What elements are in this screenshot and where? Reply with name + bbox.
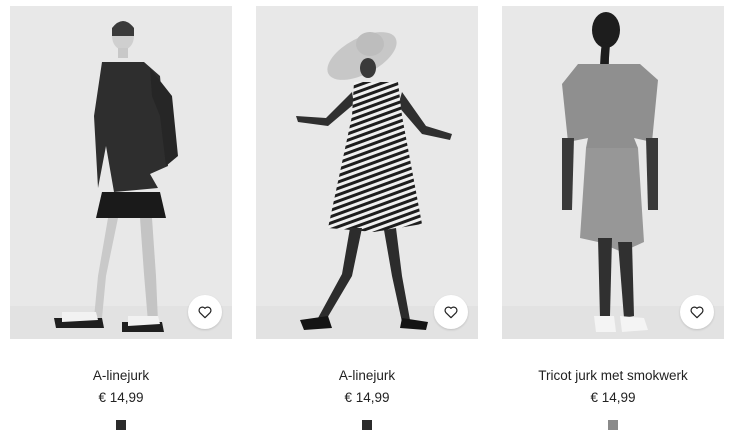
product-name[interactable]: Tricot jurk met smokwerk xyxy=(502,368,724,384)
product-card[interactable]: A-linejurk € 14,99 xyxy=(10,6,232,447)
product-price: € 14,99 xyxy=(590,390,636,405)
product-image[interactable] xyxy=(502,6,724,339)
product-name[interactable]: A-linejurk xyxy=(10,368,232,384)
color-swatch[interactable] xyxy=(362,420,372,430)
product-card[interactable]: Tricot jurk met smokwerk € 14,99 xyxy=(502,6,724,447)
product-image[interactable] xyxy=(256,6,478,339)
favorite-button[interactable] xyxy=(188,295,222,329)
model-photo-striped-dress xyxy=(256,6,478,339)
product-price: € 14,99 xyxy=(98,390,144,405)
heart-outline-icon xyxy=(198,306,212,319)
product-name[interactable]: A-linejurk xyxy=(256,368,478,384)
product-card[interactable]: A-linejurk € 14,99 xyxy=(256,6,478,447)
product-image[interactable] xyxy=(10,6,232,339)
product-price: € 14,99 xyxy=(344,390,390,405)
model-photo-jersey-dress-back xyxy=(502,6,724,339)
heart-outline-icon xyxy=(444,306,458,319)
model-photo-denim-jacket xyxy=(10,6,232,339)
heart-outline-icon xyxy=(690,306,704,319)
product-grid: A-linejurk € 14,99 A-linejurk € 14,99 Tr… xyxy=(10,6,724,447)
favorite-button[interactable] xyxy=(434,295,468,329)
color-swatch[interactable] xyxy=(116,420,126,430)
color-swatch[interactable] xyxy=(608,420,618,430)
favorite-button[interactable] xyxy=(680,295,714,329)
